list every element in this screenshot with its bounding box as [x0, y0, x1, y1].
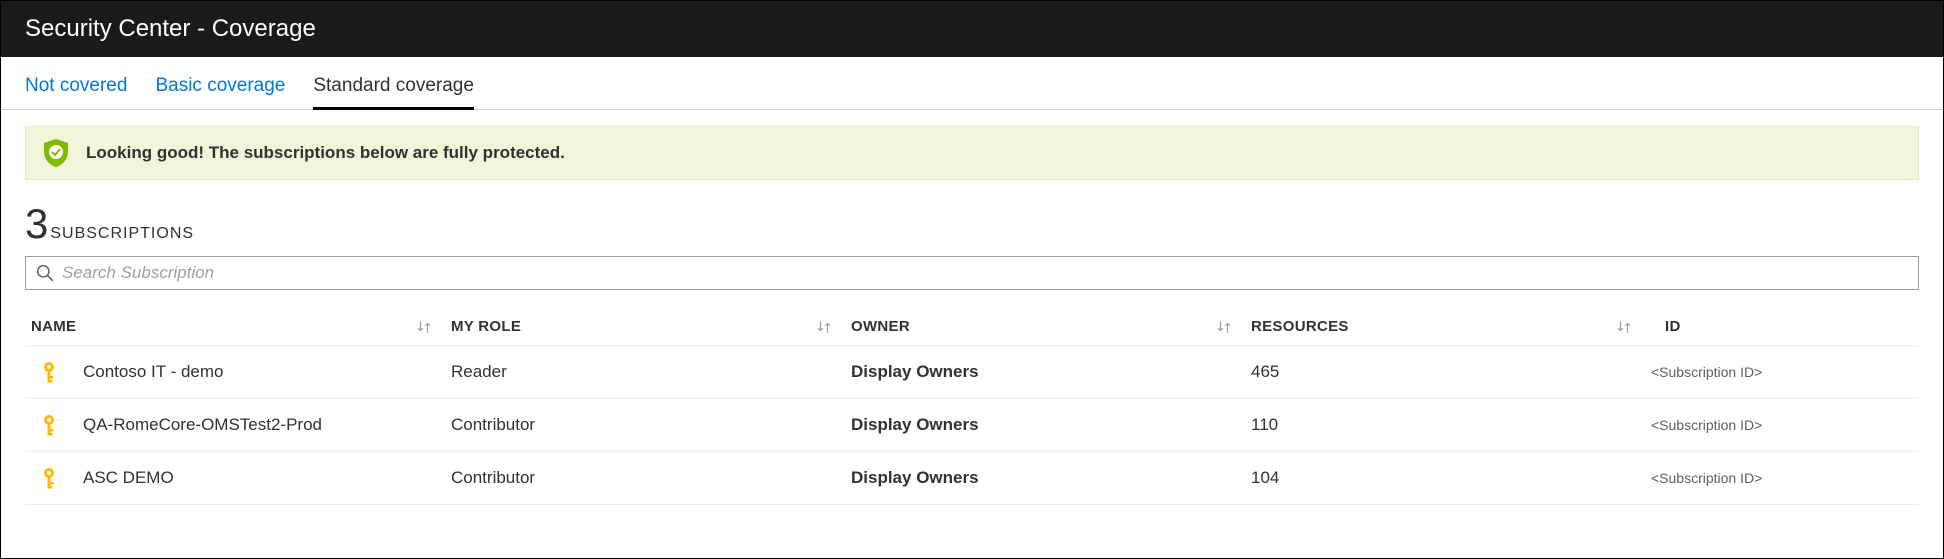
banner-text: Looking good! The subscriptions below ar…: [86, 143, 565, 163]
sort-icon: [817, 320, 831, 334]
tab-label: Not covered: [25, 75, 127, 96]
key-icon: [41, 466, 65, 490]
key-icon: [41, 413, 65, 437]
sort-icon: [1617, 320, 1631, 334]
subscriptions-table: NAME MY ROLE OWNER RESOURCES ID: [25, 308, 1919, 505]
shield-check-icon: [40, 137, 72, 169]
resources-cell: 104: [1251, 468, 1651, 488]
column-resources[interactable]: RESOURCES: [1251, 318, 1651, 335]
table-row[interactable]: ASC DEMO Contributor Display Owners 104 …: [25, 452, 1919, 505]
tab-standard-coverage[interactable]: Standard coverage: [313, 75, 474, 110]
id-cell: <Subscription ID>: [1651, 417, 1913, 433]
table-row[interactable]: Contoso IT - demo Reader Display Owners …: [25, 346, 1919, 399]
count-number: 3: [25, 200, 48, 248]
page-title: Security Center - Coverage: [1, 1, 1943, 57]
subscription-count: 3 SUBSCRIPTIONS: [1, 180, 1943, 256]
search-input[interactable]: [62, 263, 1908, 283]
column-label: ID: [1665, 318, 1681, 335]
tab-label: Basic coverage: [155, 75, 285, 96]
sort-icon: [1217, 320, 1231, 334]
search-icon: [36, 264, 54, 282]
role-cell: Reader: [451, 362, 851, 382]
sort-icon: [417, 320, 431, 334]
column-label: OWNER: [851, 318, 910, 335]
column-role[interactable]: MY ROLE: [451, 318, 851, 335]
status-banner: Looking good! The subscriptions below ar…: [25, 126, 1919, 180]
column-label: RESOURCES: [1251, 318, 1349, 335]
column-id[interactable]: ID: [1651, 318, 1913, 335]
owner-cell[interactable]: Display Owners: [851, 468, 1251, 488]
resources-cell: 465: [1251, 362, 1651, 382]
tab-not-covered[interactable]: Not covered: [25, 75, 127, 109]
tab-basic-coverage[interactable]: Basic coverage: [155, 75, 285, 109]
coverage-tabs: Not covered Basic coverage Standard cove…: [1, 57, 1943, 110]
role-cell: Contributor: [451, 468, 851, 488]
page-title-text: Security Center - Coverage: [25, 15, 316, 43]
count-label: SUBSCRIPTIONS: [50, 225, 194, 243]
column-owner[interactable]: OWNER: [851, 318, 1251, 335]
column-name[interactable]: NAME: [31, 318, 451, 335]
owner-cell[interactable]: Display Owners: [851, 415, 1251, 435]
subscription-name: ASC DEMO: [83, 468, 174, 488]
search-box[interactable]: [25, 256, 1919, 290]
table-row[interactable]: QA-RomeCore-OMSTest2-Prod Contributor Di…: [25, 399, 1919, 452]
owner-cell[interactable]: Display Owners: [851, 362, 1251, 382]
column-label: MY ROLE: [451, 318, 521, 335]
role-cell: Contributor: [451, 415, 851, 435]
resources-cell: 110: [1251, 415, 1651, 435]
table-header: NAME MY ROLE OWNER RESOURCES ID: [25, 308, 1919, 346]
key-icon: [41, 360, 65, 384]
tab-label: Standard coverage: [313, 75, 474, 96]
column-label: NAME: [31, 318, 76, 335]
subscription-name: Contoso IT - demo: [83, 362, 223, 382]
id-cell: <Subscription ID>: [1651, 470, 1913, 486]
id-cell: <Subscription ID>: [1651, 364, 1913, 380]
subscription-name: QA-RomeCore-OMSTest2-Prod: [83, 415, 322, 435]
